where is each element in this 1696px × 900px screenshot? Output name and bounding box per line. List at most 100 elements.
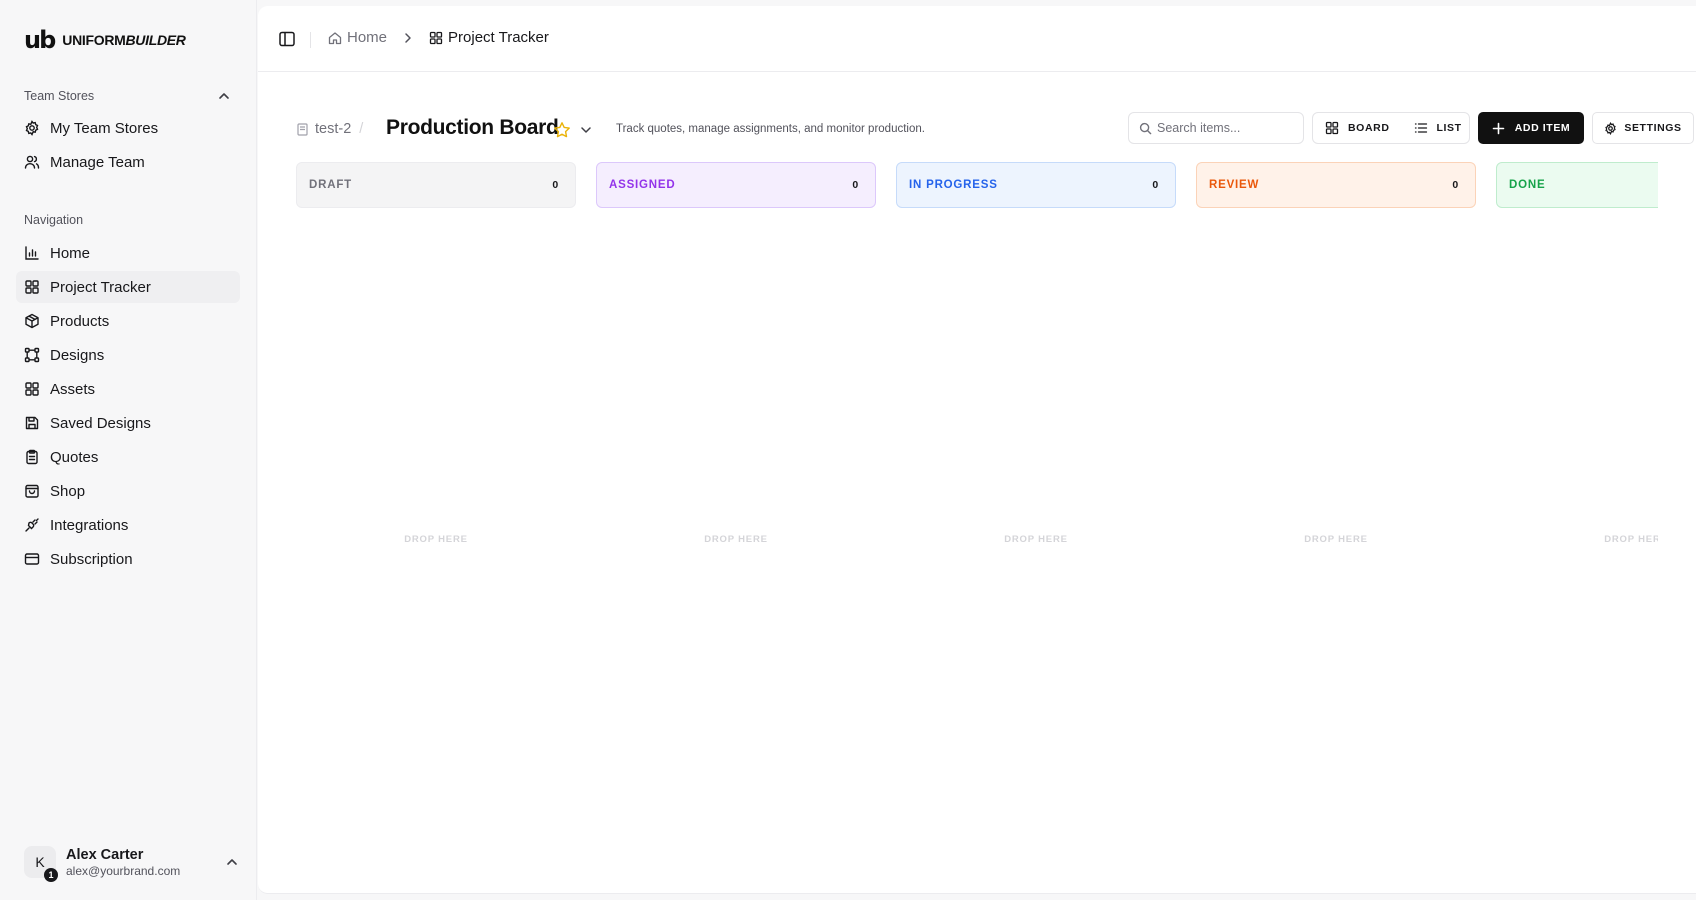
- plus-icon: [1492, 122, 1505, 134]
- user-name: Alex Carter: [66, 846, 144, 863]
- add-item-button[interactable]: ADD ITEM: [1478, 112, 1584, 144]
- column-title: DONE: [1509, 179, 1546, 191]
- sidebar-item-label: Designs: [50, 346, 105, 364]
- sidebar-item-label: Products: [50, 312, 110, 330]
- column-in-progress: IN PROGRESS 0 DROP HERE: [896, 162, 1176, 862]
- grid-icon: [429, 31, 443, 44]
- column-draft: DRAFT 0 DROP HERE: [296, 162, 576, 862]
- shopping-bag-icon: [25, 484, 39, 498]
- column-header[interactable]: IN PROGRESS 0: [896, 162, 1176, 208]
- view-list-label: LIST: [1436, 122, 1462, 134]
- clipboard-icon: [26, 449, 38, 465]
- chevron-right-icon: [405, 32, 411, 43]
- gear-icon: [25, 120, 39, 136]
- sidebar-item-project-tracker[interactable]: Project Tracker: [16, 271, 240, 303]
- avatar: K 1: [24, 846, 58, 882]
- column-count: 0: [852, 179, 859, 191]
- chevron-down-icon[interactable]: [579, 123, 593, 137]
- breadcrumb-current-label: Project Tracker: [448, 29, 549, 46]
- save-icon: [25, 416, 39, 430]
- package-icon: [25, 313, 39, 329]
- column-title: IN PROGRESS: [909, 179, 998, 191]
- page-subtitle: Track quotes, manage assignments, and mo…: [616, 123, 925, 135]
- sidebar-item-products[interactable]: Products: [16, 305, 240, 337]
- breadcrumb-current: Project Tracker: [429, 29, 549, 46]
- home-icon: [328, 31, 342, 44]
- column-done: DONE 0 DROP HERE: [1496, 162, 1658, 862]
- view-board-button[interactable]: BOARD: [1313, 113, 1402, 143]
- drop-zone[interactable]: DROP HERE: [1196, 534, 1476, 545]
- column-header[interactable]: DONE 0: [1496, 162, 1658, 208]
- column-header[interactable]: DRAFT 0: [296, 162, 576, 208]
- sidebar-item-shop[interactable]: Shop: [16, 475, 240, 507]
- breadcrumb: Home Project Tracker: [328, 29, 549, 46]
- user-menu[interactable]: K 1 Alex Carter alex@yourbrand.com: [24, 840, 240, 884]
- grid-icon: [25, 382, 39, 396]
- search-input[interactable]: [1157, 121, 1287, 135]
- breadcrumb-home-label: Home: [347, 29, 388, 46]
- page-title: Production Board: [386, 116, 559, 139]
- view-toggle: BOARD LIST: [1312, 112, 1470, 144]
- store-name: test-2: [315, 121, 352, 137]
- sidebar-item-my-team-stores[interactable]: My Team Stores: [16, 112, 240, 144]
- sidebar-item-subscription[interactable]: Subscription: [16, 543, 240, 575]
- search-icon: [1139, 122, 1152, 135]
- drop-zone[interactable]: DROP HERE: [1496, 534, 1658, 545]
- brand-logo[interactable]: ub UNIFORMBUILDER: [24, 28, 186, 52]
- store-crumb[interactable]: test-2 /: [296, 121, 363, 137]
- plug-icon: [25, 518, 39, 532]
- avatar-initial: K: [35, 854, 45, 870]
- drop-zone[interactable]: DROP HERE: [596, 534, 876, 545]
- sidebar-item-integrations[interactable]: Integrations: [16, 509, 240, 541]
- search-box[interactable]: [1128, 112, 1304, 144]
- sidebar-item-designs[interactable]: Designs: [16, 339, 240, 371]
- sidebar-item-saved-designs[interactable]: Saved Designs: [16, 407, 240, 439]
- drop-zone[interactable]: DROP HERE: [896, 534, 1176, 545]
- sidebar-item-label: Home: [50, 244, 91, 262]
- logo-text: UNIFORMBUILDER: [62, 32, 186, 48]
- star-icon[interactable]: [553, 121, 571, 139]
- sidebar-item-label: My Team Stores: [50, 119, 159, 137]
- column-header[interactable]: ASSIGNED 0: [596, 162, 876, 208]
- logo-text-a: UNIFORM: [62, 32, 126, 48]
- user-info: Alex Carter alex@yourbrand.com: [66, 847, 180, 878]
- sidebar-item-quotes[interactable]: Quotes: [16, 441, 240, 473]
- column-count: 0: [1452, 179, 1459, 191]
- kanban-board: DRAFT 0 DROP HERE ASSIGNED 0 DROP HERE I…: [296, 162, 1658, 862]
- column-count: 0: [552, 179, 559, 191]
- column-count: 0: [1152, 179, 1159, 191]
- view-board-label: BOARD: [1348, 122, 1390, 134]
- user-email: alex@yourbrand.com: [66, 863, 181, 878]
- logo-text-b: BUILDER: [125, 32, 186, 48]
- grid-icon: [25, 280, 39, 294]
- sidebar-item-label: Quotes: [50, 448, 99, 466]
- sidebar-item-label: Manage Team: [50, 153, 145, 171]
- users-icon: [24, 155, 40, 169]
- chevron-up-icon[interactable]: [224, 854, 240, 870]
- store-icon: [297, 122, 308, 136]
- sidebar-item-manage-team[interactable]: Manage Team: [16, 146, 240, 178]
- column-header[interactable]: REVIEW 0: [1196, 162, 1476, 208]
- column-title: ASSIGNED: [609, 179, 676, 191]
- column-assigned: ASSIGNED 0 DROP HERE: [596, 162, 876, 862]
- drop-zone[interactable]: DROP HERE: [296, 534, 576, 545]
- sidebar: ub UNIFORMBUILDER Team Stores My Team St…: [0, 0, 257, 900]
- vector-square-icon: [24, 347, 40, 363]
- settings-button[interactable]: SETTINGS: [1592, 112, 1694, 144]
- column-review: REVIEW 0 DROP HERE: [1196, 162, 1476, 862]
- store-separator: /: [359, 121, 364, 137]
- divider: [310, 32, 311, 48]
- topbar: Home Project Tracker: [258, 6, 1696, 72]
- column-title: REVIEW: [1209, 179, 1260, 191]
- bar-chart-icon: [25, 246, 39, 260]
- chevron-up-icon[interactable]: [216, 88, 232, 104]
- view-list-button[interactable]: LIST: [1402, 113, 1474, 143]
- column-title: DRAFT: [309, 179, 352, 191]
- sidebar-toggle-icon[interactable]: [278, 30, 296, 48]
- sidebar-item-assets[interactable]: Assets: [16, 373, 240, 405]
- grid-icon: [1325, 121, 1339, 135]
- breadcrumb-home[interactable]: Home: [328, 29, 387, 46]
- sidebar-item-label: Saved Designs: [50, 414, 151, 432]
- sidebar-item-home[interactable]: Home: [16, 237, 240, 269]
- gear-icon: [1605, 121, 1617, 135]
